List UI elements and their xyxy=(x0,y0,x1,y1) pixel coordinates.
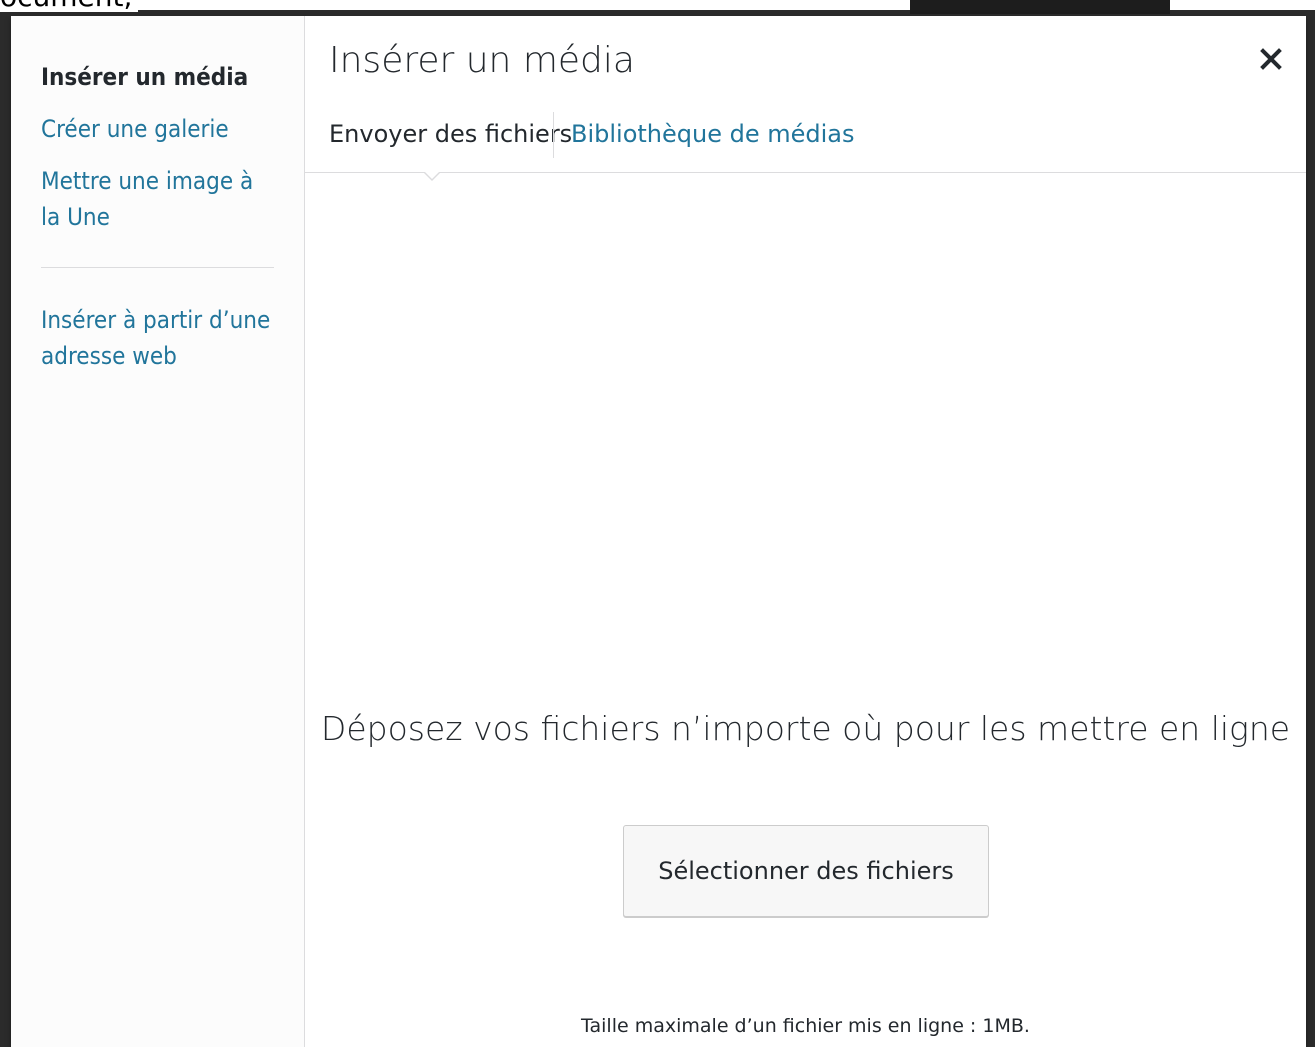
max-upload-size: Taille maximale d’un fichier mis en lign… xyxy=(581,1015,1030,1037)
media-menu: Insérer un média Créer une galerie Mettr… xyxy=(11,16,305,1047)
background-document-text: ocument, xyxy=(0,0,139,12)
menu-separator xyxy=(41,267,274,268)
close-button[interactable] xyxy=(1256,44,1286,74)
tab-upload-files[interactable]: Envoyer des fichiers xyxy=(329,116,572,152)
drop-instructions: Déposez vos fichiers n’importe où pour l… xyxy=(320,709,1291,748)
close-icon xyxy=(1260,48,1282,70)
background-toolbar-strip xyxy=(910,0,1170,14)
menu-item-featured-image[interactable]: Mettre une image à la Une xyxy=(41,163,274,235)
select-files-button[interactable]: Sélectionner des fichiers xyxy=(623,825,989,917)
menu-item-insert-from-url[interactable]: Insérer à partir d’une adresse web xyxy=(41,302,274,374)
tab-divider xyxy=(553,112,554,158)
tab-media-library[interactable]: Bibliothèque de médias xyxy=(571,116,855,152)
upload-dropzone[interactable]: Déposez vos fichiers n’importe où pour l… xyxy=(305,173,1306,1047)
menu-item-insert-media[interactable]: Insérer un média xyxy=(41,59,274,95)
media-router: Envoyer des fichiers Bibliothèque de méd… xyxy=(305,106,1306,181)
media-modal: Insérer un média Créer une galerie Mettr… xyxy=(11,16,1306,1047)
modal-title: Insérer un média xyxy=(329,40,635,81)
menu-item-create-gallery[interactable]: Créer une galerie xyxy=(41,111,274,147)
